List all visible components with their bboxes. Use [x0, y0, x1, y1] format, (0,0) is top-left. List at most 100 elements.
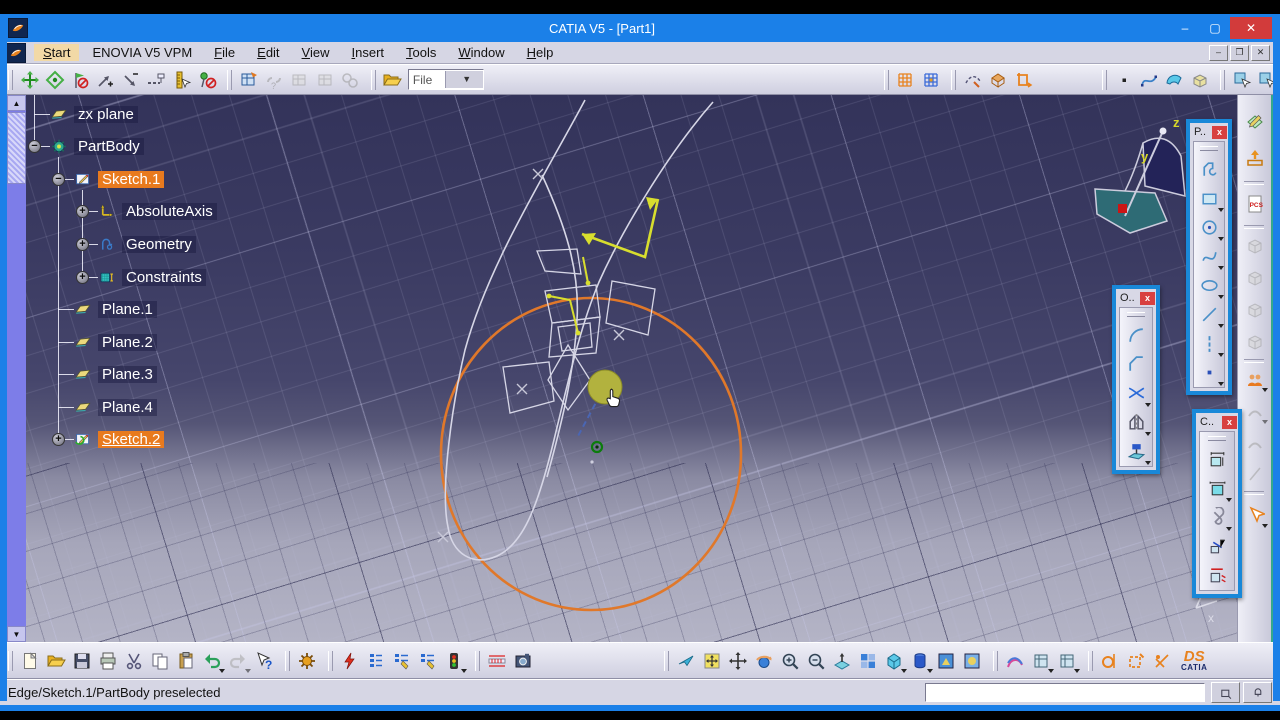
open-icon[interactable] — [43, 648, 69, 674]
sketch-circle-constraint-icon[interactable] — [1097, 648, 1123, 674]
mdi-close-button[interactable]: ✕ — [1251, 44, 1270, 61]
update-gear-icon[interactable] — [294, 648, 320, 674]
minimize-button[interactable]: – — [1170, 17, 1200, 39]
contact-constraint-icon[interactable] — [1202, 503, 1232, 532]
toolbar-grip[interactable] — [8, 650, 13, 671]
menu-help[interactable]: Help — [518, 44, 563, 61]
toolbar-grip[interactable] — [475, 650, 480, 671]
trim-icon[interactable] — [1121, 379, 1151, 408]
expand-knob-constraints[interactable]: + — [76, 271, 89, 284]
pcs-document-icon[interactable]: PCS — [1242, 191, 1268, 217]
spline-icon[interactable] — [1136, 67, 1161, 93]
fly-mode-icon[interactable] — [673, 648, 699, 674]
toolbar-grip[interactable] — [883, 69, 889, 90]
traffic-light-icon[interactable] — [441, 648, 467, 674]
menu-insert[interactable]: Insert — [343, 44, 394, 61]
ruler-select-icon[interactable] — [169, 67, 194, 93]
pin-disabled-icon[interactable] — [194, 67, 219, 93]
volume-icon[interactable] — [1187, 67, 1212, 93]
copy-icon[interactable] — [147, 648, 173, 674]
pan-icon[interactable] — [725, 648, 751, 674]
sheet2-icon[interactable] — [1054, 648, 1080, 674]
toolbar-grip[interactable] — [370, 69, 376, 90]
dropdown-arrow-icon[interactable] — [1262, 524, 1268, 528]
palette-grip[interactable] — [1200, 146, 1218, 151]
chamfer-icon[interactable] — [1121, 350, 1151, 379]
profile-icon[interactable] — [1194, 155, 1224, 184]
tree-scrollbar[interactable]: ▲ ▼ — [7, 95, 26, 642]
select-arrow-icon[interactable] — [1242, 503, 1268, 529]
file-type-combobox[interactable]: File ▼ — [407, 69, 484, 90]
new-document-icon[interactable] — [17, 648, 43, 674]
toolbar-grip[interactable] — [951, 69, 957, 90]
axis-icon[interactable] — [1194, 329, 1224, 358]
close-button[interactable]: ✕ — [1230, 17, 1272, 39]
dropdown-arrow-icon[interactable] — [1226, 527, 1232, 531]
profile-palette[interactable]: P.. x — [1186, 119, 1232, 395]
expand-knob-geometry[interactable]: + — [76, 238, 89, 251]
named-views-icon[interactable] — [907, 648, 933, 674]
toolbar-grip[interactable] — [8, 69, 13, 90]
corner-icon[interactable] — [1121, 321, 1151, 350]
tree-item-plane-3[interactable]: Plane.3 — [72, 364, 157, 384]
zoom-in-icon[interactable] — [777, 648, 803, 674]
palette-grip[interactable] — [1208, 436, 1226, 441]
menu-enovia-v5-vpm[interactable]: ENOVIA V5 VPM — [83, 44, 201, 61]
project-3d-icon[interactable] — [1121, 437, 1151, 466]
sheet-icon[interactable] — [1028, 648, 1054, 674]
close-icon[interactable]: x — [1212, 125, 1227, 139]
menu-window[interactable]: Window — [449, 44, 513, 61]
measure-icon[interactable] — [484, 648, 510, 674]
chevron-down-icon[interactable]: ▼ — [445, 71, 483, 88]
tree-item-plane-2[interactable]: Plane.2 — [72, 332, 157, 352]
palette-title-bar[interactable]: C.. x — [1196, 413, 1238, 431]
tree-item-sketch-2[interactable]: Sketch.2 — [72, 429, 165, 449]
scroll-down-button[interactable]: ▼ — [7, 626, 26, 642]
maximize-button[interactable]: ▢ — [1200, 17, 1230, 39]
sketch-box-constraint-icon[interactable] — [1123, 648, 1149, 674]
whats-this-icon[interactable]: ? — [251, 648, 277, 674]
pick-object-icon[interactable] — [1229, 67, 1254, 93]
center-graph-icon[interactable] — [42, 67, 67, 93]
dropdown-arrow-icon[interactable] — [1226, 498, 1232, 502]
toolbar-grip[interactable] — [1220, 69, 1226, 90]
edit-multi-constraint-icon[interactable] — [1202, 561, 1232, 590]
dialog-toggle-button[interactable] — [1211, 682, 1240, 703]
expand-knob-sketch-2[interactable]: + — [52, 433, 65, 446]
formula-bolt-icon[interactable] — [337, 648, 363, 674]
cut-icon[interactable] — [121, 648, 147, 674]
toolbar-grip[interactable] — [227, 69, 233, 90]
palette-title-bar[interactable]: P.. x — [1190, 123, 1228, 141]
spline-icon[interactable] — [1194, 242, 1224, 271]
multi-view-icon[interactable] — [855, 648, 881, 674]
toolbar-grip[interactable] — [993, 650, 998, 671]
exit-workbench-icon[interactable] — [1242, 109, 1268, 135]
magnify-plus-icon[interactable] — [93, 67, 118, 93]
point-icon[interactable] — [1194, 358, 1224, 387]
dropdown-arrow-icon[interactable] — [461, 668, 467, 673]
power-input-field[interactable] — [925, 683, 1205, 702]
dropdown-arrow-icon[interactable] — [1218, 295, 1224, 299]
rotate-icon[interactable] — [751, 648, 777, 674]
dropdown-arrow-icon[interactable] — [1218, 266, 1224, 270]
tree-item-geometry[interactable]: Geometry — [96, 234, 196, 254]
toolbar-grip[interactable] — [285, 650, 290, 671]
tree-item-plane-1[interactable]: Plane.1 — [72, 299, 157, 319]
line-icon[interactable] — [1194, 300, 1224, 329]
tree-item-zx-plane[interactable]: zx plane — [48, 104, 138, 124]
catalog-browser-icon[interactable] — [1002, 648, 1028, 674]
fit-all-icon[interactable] — [699, 648, 725, 674]
grid-snap-icon[interactable] — [918, 67, 943, 93]
dropdown-arrow-icon[interactable] — [1145, 403, 1151, 407]
palette-grip[interactable] — [1127, 312, 1145, 317]
design-table-icon[interactable] — [236, 67, 261, 93]
circle-icon[interactable] — [1194, 213, 1224, 242]
constraints-dialog-icon[interactable] — [1202, 445, 1232, 474]
close-icon[interactable]: x — [1222, 415, 1237, 429]
rules-list-icon[interactable] — [363, 648, 389, 674]
dropdown-arrow-icon[interactable] — [1218, 208, 1224, 212]
iso-view-icon[interactable] — [881, 648, 907, 674]
menu-tools[interactable]: Tools — [397, 44, 445, 61]
dropdown-arrow-icon[interactable] — [1145, 461, 1151, 465]
dropdown-arrow-icon[interactable] — [1262, 420, 1268, 424]
